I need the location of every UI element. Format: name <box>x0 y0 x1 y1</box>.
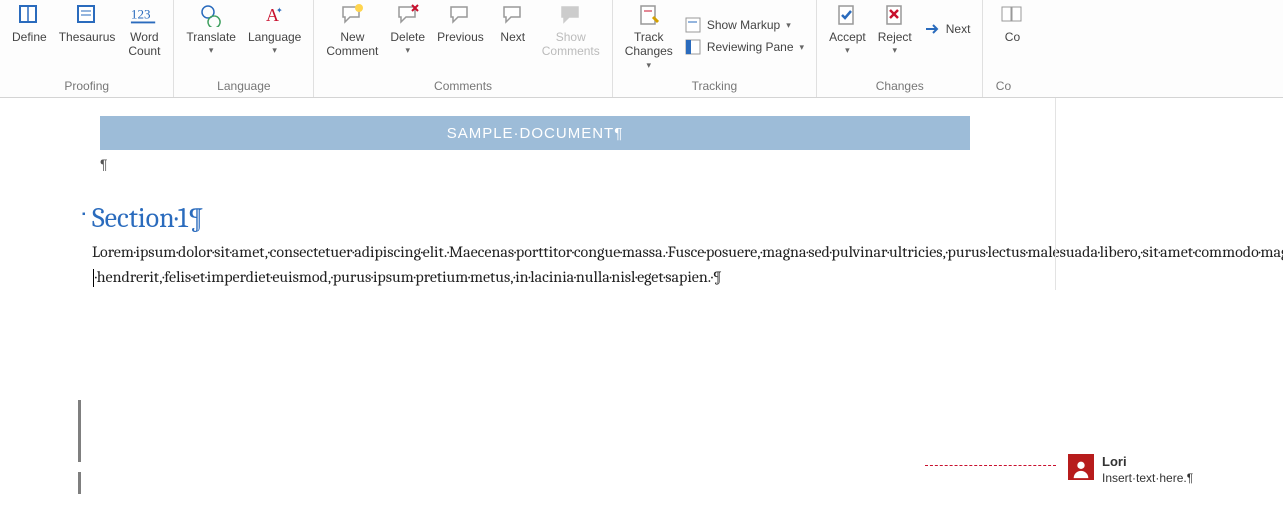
comment-connector <box>925 465 1056 466</box>
chevron-down-icon: ▾ <box>647 60 652 71</box>
chevron-down-icon: ▾ <box>892 45 897 56</box>
define-button[interactable]: Define <box>6 0 53 46</box>
comment-author: Lori <box>1102 454 1193 471</box>
group-language: Translate ▾ A✦ Language ▾ Language <box>174 0 314 97</box>
next-arrow-icon <box>924 21 940 37</box>
comment-next-icon <box>496 2 530 28</box>
group-label-changes: Changes <box>823 79 976 95</box>
book-icon <box>12 2 46 28</box>
document[interactable]: SAMPLE·DOCUMENT¶ ¶ ▪ Section·1¶ Lorem·ip… <box>0 98 1055 290</box>
svg-text:123: 123 <box>131 7 151 22</box>
heading-section-1[interactable]: ▪ Section·1¶ <box>92 202 1055 234</box>
group-compare: Co Co <box>983 0 1023 97</box>
markup-icon <box>685 17 701 33</box>
compare-icon <box>995 2 1023 28</box>
reject-button[interactable]: Reject ▾ <box>872 0 918 58</box>
chevron-down-icon: ▾ <box>209 45 214 56</box>
change-bar[interactable] <box>78 472 81 494</box>
previous-comment-button[interactable]: Previous <box>431 0 490 46</box>
reviewing-pane-button[interactable]: Reviewing Pane ▾ <box>685 39 804 55</box>
thesaurus-icon <box>70 2 104 28</box>
group-label-compare: Co <box>989 79 1017 95</box>
translate-button[interactable]: Translate ▾ <box>180 0 242 58</box>
track-changes-icon <box>632 2 666 28</box>
wordcount-icon: 123 <box>127 2 161 28</box>
chevron-down-icon: ▾ <box>272 45 277 56</box>
chevron-down-icon: ▾ <box>405 45 410 56</box>
avatar <box>1068 454 1094 480</box>
comment-pane: Lori Insert·text·here.¶ <box>1055 98 1283 290</box>
reject-icon <box>878 2 912 28</box>
accept-button[interactable]: Accept ▾ <box>823 0 872 58</box>
next-comment-button[interactable]: Next <box>490 0 536 46</box>
accept-icon <box>830 2 864 28</box>
chevron-down-icon: ▾ <box>786 20 791 31</box>
group-changes: Accept ▾ Reject ▾ Next Changes <box>817 0 983 97</box>
text-caret <box>93 269 94 287</box>
translate-icon <box>194 2 228 28</box>
group-comments: New Comment Delete ▾ Previous Next Show … <box>314 0 612 97</box>
chevron-down-icon: ▾ <box>845 45 850 56</box>
group-label-proofing: Proofing <box>6 79 167 95</box>
comment-text: Insert·text·here.¶ <box>1102 471 1193 487</box>
comment-new-icon <box>335 2 369 28</box>
group-label-language: Language <box>180 79 307 95</box>
comment-prev-icon <box>443 2 477 28</box>
group-tracking: Track Changes ▾ Show Markup ▾ Reviewing … <box>613 0 817 97</box>
reviewpane-icon <box>685 39 701 55</box>
anchor-icon: ▪ <box>82 208 86 220</box>
language-button[interactable]: A✦ Language ▾ <box>242 0 307 58</box>
document-stage: SAMPLE·DOCUMENT¶ ¶ ▪ Section·1¶ Lorem·ip… <box>0 98 1283 290</box>
group-proofing: Define Thesaurus 123 Word Count Proofing <box>0 0 174 97</box>
comment-balloon[interactable]: Lori Insert·text·here.¶ <box>1068 454 1193 486</box>
thesaurus-button[interactable]: Thesaurus <box>53 0 122 46</box>
delete-comment-button[interactable]: Delete ▾ <box>384 0 431 58</box>
empty-paragraph[interactable]: ¶ <box>100 156 1055 172</box>
new-comment-button[interactable]: New Comment <box>320 0 384 61</box>
comment-content: Lori Insert·text·here.¶ <box>1102 454 1193 486</box>
group-label-tracking: Tracking <box>619 79 810 95</box>
show-comments-button: Show Comments <box>536 0 606 61</box>
change-bar[interactable] <box>78 400 81 462</box>
show-markup-button[interactable]: Show Markup ▾ <box>685 17 804 33</box>
next-change-button[interactable]: Next <box>924 21 971 37</box>
svg-text:✦: ✦ <box>276 6 283 15</box>
comment-show-icon <box>554 2 588 28</box>
comment-delete-icon <box>391 2 425 28</box>
track-changes-button[interactable]: Track Changes ▾ <box>619 0 679 73</box>
compare-button[interactable]: Co <box>989 0 1023 46</box>
ribbon: Define Thesaurus 123 Word Count Proofing… <box>0 0 1283 98</box>
language-icon: A✦ <box>258 2 292 28</box>
chevron-down-icon: ▾ <box>800 42 805 53</box>
body-paragraph[interactable]: Lorem·ipsum·dolor·sit·amet,·consectetuer… <box>92 240 1022 290</box>
group-label-comments: Comments <box>320 79 605 95</box>
wordcount-button[interactable]: 123 Word Count <box>121 0 167 61</box>
document-title[interactable]: SAMPLE·DOCUMENT¶ <box>100 116 970 150</box>
